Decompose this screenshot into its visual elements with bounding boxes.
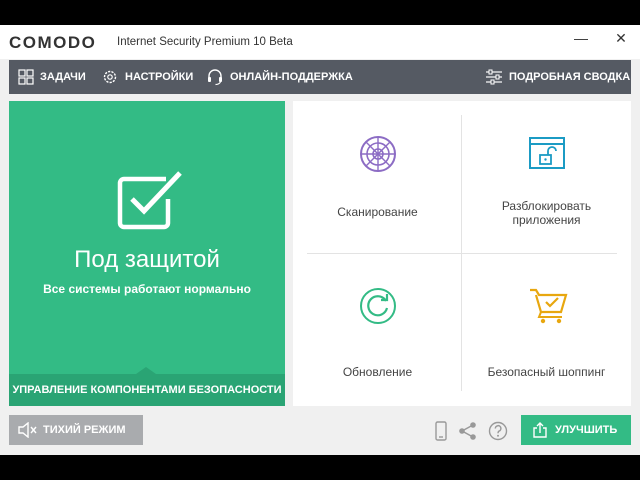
- mobile-icon[interactable]: [434, 421, 448, 441]
- shopping-label: Безопасный шоппинг: [487, 365, 606, 379]
- status-subtitle: Все системы работают нормально: [43, 282, 251, 296]
- main-toolbar: ЗАДАЧИ НАСТРОЙКИ ОНЛАЙН-ПОДДЕРЖКА ПОДРОБ…: [9, 60, 631, 94]
- title-bar: COMODO Internet Security Premium 10 Beta…: [0, 25, 640, 59]
- radar-icon: [360, 136, 396, 172]
- upgrade-label: УЛУЧШИТЬ: [555, 424, 618, 436]
- quiet-mode-button[interactable]: ТИХИЙ РЕЖИМ: [9, 415, 143, 445]
- comodo-logo: COMODO: [9, 33, 97, 52]
- update-tile[interactable]: Обновление: [293, 253, 462, 405]
- headset-icon: [208, 69, 222, 86]
- tasks-menu[interactable]: ЗАДАЧИ: [18, 60, 86, 94]
- tasks-label: ЗАДАЧИ: [40, 71, 86, 83]
- cart-icon: [530, 288, 568, 324]
- protection-status-panel[interactable]: Под защитой Все системы работают нормаль…: [9, 101, 285, 406]
- close-button[interactable]: ✕: [611, 29, 631, 47]
- update-label: Обновление: [342, 365, 413, 379]
- sliders-icon: [486, 69, 502, 85]
- manage-components-link[interactable]: УПРАВЛЕНИЕ КОМПОНЕНТАМИ БЕЗОПАСНОСТИ: [9, 374, 285, 406]
- scan-tile[interactable]: Сканирование: [293, 101, 462, 253]
- footer-notch: [136, 367, 156, 374]
- support-menu[interactable]: ОНЛАЙН-ПОДДЕРЖКА: [206, 60, 353, 94]
- window-title: Internet Security Premium 10 Beta: [117, 36, 293, 48]
- status-title: Под защитой: [74, 246, 220, 273]
- gear-icon: [103, 70, 117, 84]
- unlocked-window-icon: [529, 137, 565, 169]
- unblock-apps-tile[interactable]: Разблокировать приложения: [462, 101, 631, 253]
- help-icon[interactable]: [488, 421, 508, 441]
- upgrade-button[interactable]: УЛУЧШИТЬ: [521, 415, 631, 445]
- tasks-tiles-panel: Сканирование Разблокировать приложения О…: [293, 101, 631, 406]
- refresh-icon: [360, 288, 396, 324]
- minimize-button[interactable]: —: [571, 29, 591, 47]
- app-window: COMODO Internet Security Premium 10 Beta…: [0, 25, 640, 455]
- share-icon[interactable]: [458, 421, 478, 441]
- grid-icon: [18, 69, 34, 85]
- summary-menu[interactable]: ПОДРОБНАЯ СВОДКА: [485, 60, 630, 94]
- scan-label: Сканирование: [337, 205, 418, 219]
- quiet-mode-label: ТИХИЙ РЕЖИМ: [43, 424, 126, 436]
- settings-menu[interactable]: НАСТРОЙКИ: [101, 60, 193, 94]
- summary-label: ПОДРОБНАЯ СВОДКА: [509, 71, 631, 83]
- support-label: ОНЛАЙН-ПОДДЕРЖКА: [230, 71, 353, 83]
- checkbox-icon: [117, 171, 182, 230]
- safe-shopping-tile[interactable]: Безопасный шоппинг: [462, 253, 631, 405]
- settings-label: НАСТРОЙКИ: [125, 71, 194, 83]
- unblock-label-line2: приложения: [512, 213, 581, 227]
- unblock-label-line1: Разблокировать: [501, 199, 592, 213]
- upload-icon: [533, 422, 547, 438]
- speaker-mute-icon: [18, 422, 37, 438]
